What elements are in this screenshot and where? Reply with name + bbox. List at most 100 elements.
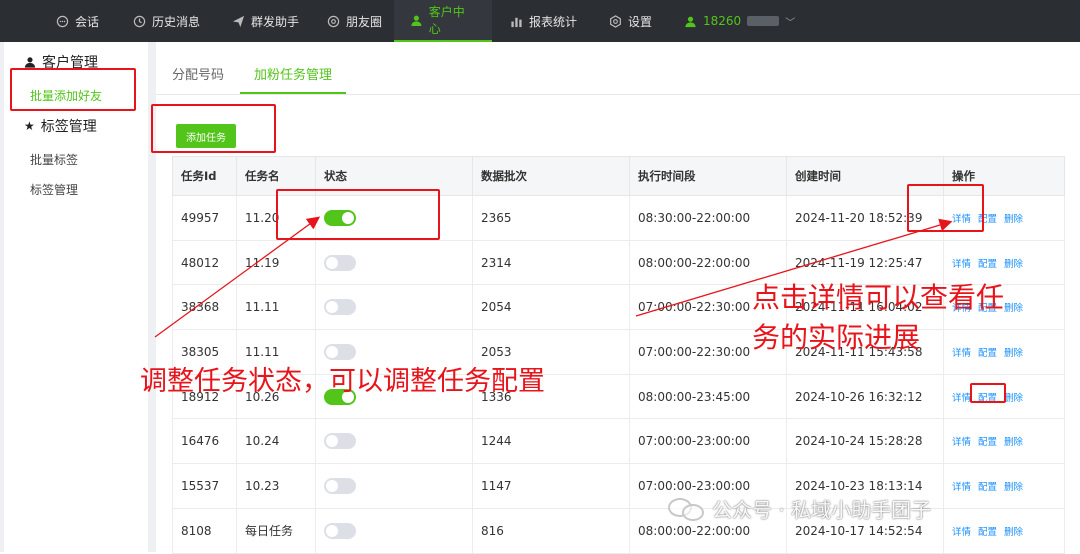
table-row: 16476 10.24 1244 07:00:00-23:00:00 2024-10-2… <box>172 418 1065 465</box>
delete-link[interactable]: 删除 <box>1004 527 1023 538</box>
highlight-box <box>10 68 136 111</box>
cell-task-name: 11.19 <box>236 239 316 286</box>
sidebar: 客户管理 批量添加好友 ★ 标签管理 批量标签 标签管理 <box>4 42 148 552</box>
delete-link[interactable]: 删除 <box>1004 482 1023 493</box>
cell-status <box>315 284 473 331</box>
cell-created-time: 2024-10-26 16:32:12 <box>786 373 944 420</box>
config-link[interactable]: 配置 <box>978 259 997 270</box>
status-toggle[interactable] <box>324 433 356 450</box>
status-toggle[interactable] <box>324 299 356 316</box>
detail-link[interactable]: 详情 <box>952 482 971 493</box>
detail-link[interactable]: 详情 <box>952 437 971 448</box>
cell-data-batch: 1244 <box>472 418 630 465</box>
cell-task-id: 49957 <box>172 195 237 241</box>
sidebar-item-batch-tags[interactable]: 批量标签 <box>30 151 78 168</box>
toggle-knob <box>326 524 338 537</box>
delete-link[interactable]: 删除 <box>1004 437 1023 448</box>
nav-label: 群发助手 <box>251 14 300 29</box>
highlight-box <box>276 189 440 240</box>
status-toggle[interactable] <box>324 522 356 539</box>
status-toggle[interactable] <box>324 343 356 360</box>
cell-status <box>315 418 473 465</box>
chevron-down-icon: ﹀ <box>785 17 796 29</box>
annotation-text-right: 点击详情可以查看任 务的实际进展 <box>752 278 1072 358</box>
toggle-knob <box>326 345 338 358</box>
toggle-knob <box>326 479 338 492</box>
nav-label: 报表统计 <box>529 14 578 29</box>
detail-link[interactable]: 详情 <box>952 393 971 404</box>
watermark-text: 公众号 · 私域小助手团子 <box>712 498 932 522</box>
cell-exec-period: 07:00:00-23:00:00 <box>629 418 787 465</box>
nav-item-settings[interactable]: 设置 <box>609 0 652 42</box>
sidebar-item-tag-management[interactable]: 标签管理 <box>30 181 78 198</box>
chat-icon <box>56 15 69 27</box>
cell-status <box>315 463 473 509</box>
column-header: 执行时间段 <box>629 156 787 196</box>
column-header: 任务Id <box>172 156 237 196</box>
delete-link[interactable]: 删除 <box>1004 393 1023 404</box>
column-header: 数据批次 <box>472 156 630 196</box>
detail-link[interactable]: 详情 <box>952 527 971 538</box>
toggle-knob <box>326 435 338 448</box>
cell-task-id: 15537 <box>172 463 237 509</box>
cell-actions: 详情 配置 删除 <box>943 418 1065 465</box>
cell-task-name: 10.23 <box>236 463 316 509</box>
top-nav: 会话 历史消息 群发助手 朋友圈 客户中心 报表统计 设置 18260 ﹀ <box>0 0 1080 42</box>
cell-data-batch: 2314 <box>472 239 630 286</box>
detail-link[interactable]: 详情 <box>952 259 971 270</box>
delete-link[interactable]: 删除 <box>1004 214 1023 225</box>
bar-chart-icon <box>511 17 522 27</box>
user-icon <box>411 15 422 26</box>
status-toggle[interactable] <box>324 477 356 494</box>
nav-item-history[interactable]: 历史消息 <box>133 0 200 42</box>
cell-task-id: 38368 <box>172 284 237 331</box>
cell-status <box>315 239 473 286</box>
cell-data-batch: 1147 <box>472 463 630 509</box>
cell-data-batch: 2054 <box>472 284 630 331</box>
delete-link[interactable]: 删除 <box>1004 259 1023 270</box>
config-link[interactable]: 配置 <box>978 527 997 538</box>
annotation-line: 务的实际进展 <box>752 321 921 354</box>
tab-divider <box>156 94 1080 95</box>
cell-actions: 详情 配置 删除 <box>943 507 1065 554</box>
cell-task-name: 11.11 <box>236 284 316 331</box>
cell-exec-period: 08:00:00-23:45:00 <box>629 373 787 420</box>
nav-item-customer-center[interactable]: 客户中心 <box>394 0 492 42</box>
annotation-line: 点击详情可以查看任 <box>752 281 1005 314</box>
user-phone: 18260 <box>703 14 742 28</box>
status-toggle[interactable] <box>324 254 356 271</box>
user-icon <box>24 57 36 68</box>
nav-label: 会话 <box>75 14 100 29</box>
highlight-box <box>970 383 1006 403</box>
cell-task-id: 16476 <box>172 418 237 465</box>
cell-actions: 详情 配置 删除 <box>943 463 1065 509</box>
masked-text <box>747 16 780 26</box>
aperture-icon <box>327 15 340 27</box>
cell-created-time: 2024-10-24 15:28:28 <box>786 418 944 465</box>
nav-item-broadcast[interactable]: 群发助手 <box>232 0 299 42</box>
nav-label: 历史消息 <box>152 14 201 29</box>
nav-item-chat[interactable]: 会话 <box>56 0 99 42</box>
clock-icon <box>133 15 146 27</box>
settings-icon <box>610 14 621 28</box>
wechat-icon <box>668 496 706 522</box>
config-link[interactable]: 配置 <box>978 482 997 493</box>
cell-data-batch: 816 <box>472 507 630 554</box>
cell-status <box>315 507 473 554</box>
toggle-knob <box>326 301 338 314</box>
watermark: 公众号 · 私域小助手团子 <box>668 494 931 523</box>
tab-fan-task-management[interactable]: 加粉任务管理 <box>254 64 332 83</box>
tab-assign-numbers[interactable]: 分配号码 <box>172 64 224 83</box>
config-link[interactable]: 配置 <box>978 437 997 448</box>
nav-item-moments[interactable]: 朋友圈 <box>327 0 382 42</box>
annotation-text-left: 调整任务状态，可以调整任务配置 <box>140 366 545 397</box>
sidebar-group-tags[interactable]: ★ 标签管理 <box>24 116 97 136</box>
nav-item-reports[interactable]: 报表统计 <box>510 0 577 42</box>
cell-task-id: 48012 <box>172 239 237 286</box>
sidebar-group-label: 标签管理 <box>40 119 97 135</box>
toggle-knob <box>326 256 338 269</box>
user-menu[interactable]: 18260 ﹀ <box>684 0 795 42</box>
send-icon <box>232 15 245 27</box>
cell-task-name: 每日任务 <box>236 507 316 554</box>
cell-task-id: 8108 <box>172 507 237 554</box>
